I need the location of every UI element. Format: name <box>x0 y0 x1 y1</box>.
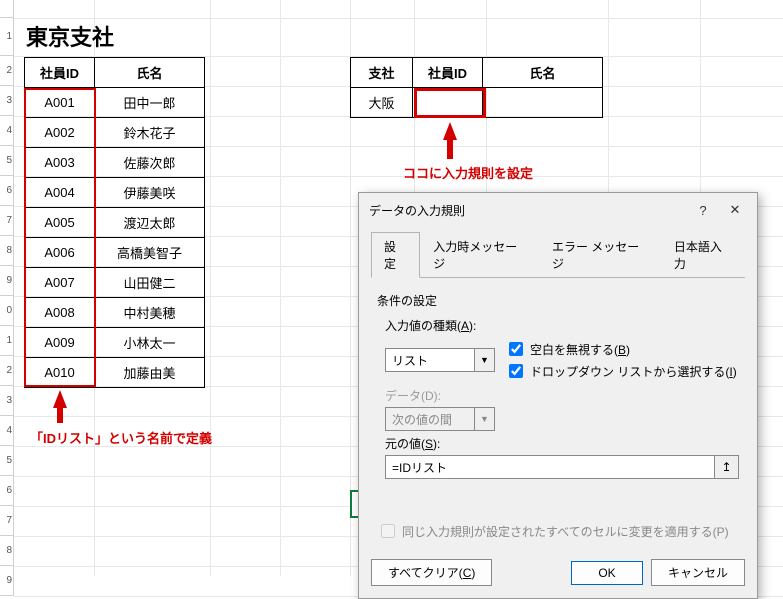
close-icon: ✕ <box>730 202 741 218</box>
data-validation-dialog: データの入力規則 ? ✕ 設定 入力時メッセージ エラー メッセージ 日本語入力… <box>358 192 758 599</box>
row-header[interactable]: 1 <box>0 326 14 356</box>
table-row: A007山田健二 <box>25 268 205 298</box>
help-button[interactable]: ? <box>687 199 719 221</box>
cell[interactable]: A006 <box>25 238 95 268</box>
page-title: 東京支社 <box>26 20 114 52</box>
cell[interactable]: A004 <box>25 178 95 208</box>
cell[interactable]: 高橋美智子 <box>95 238 205 268</box>
range-picker-button[interactable]: ↥ <box>715 455 739 479</box>
data-label: データ(D): <box>385 387 739 404</box>
row-header[interactable]: 8 <box>0 236 14 266</box>
employee-table[interactable]: 社員ID 氏名 A001田中一郎A002鈴木花子A003佐藤次郎A004伊藤美咲… <box>24 57 205 388</box>
row-header[interactable]: 6 <box>0 476 14 506</box>
cell-empname[interactable] <box>483 88 603 118</box>
cell[interactable]: A002 <box>25 118 95 148</box>
row-header[interactable]: 8 <box>0 536 14 566</box>
cell[interactable]: 伊藤美咲 <box>95 178 205 208</box>
source-label: 元の値(S): <box>385 435 739 452</box>
source-input[interactable] <box>385 455 715 479</box>
in-cell-dropdown-checkbox[interactable]: ドロップダウン リストから選択する(I) <box>505 361 739 381</box>
col-header-empid[interactable]: 社員ID <box>413 58 483 88</box>
in-cell-dropdown-input[interactable] <box>509 364 523 378</box>
cell[interactable]: 渡辺太郎 <box>95 208 205 238</box>
cell[interactable]: A003 <box>25 148 95 178</box>
col-header-name[interactable]: 氏名 <box>95 58 205 88</box>
cell[interactable]: 田中一郎 <box>95 88 205 118</box>
row-header[interactable]: 7 <box>0 206 14 236</box>
table-row: A008中村美穂 <box>25 298 205 328</box>
ok-button[interactable]: OK <box>571 561 643 585</box>
row-header[interactable]: 1 <box>0 18 14 56</box>
col-header-empname[interactable]: 氏名 <box>483 58 603 88</box>
allow-value: リスト <box>386 349 474 371</box>
table-row: A006高橋美智子 <box>25 238 205 268</box>
chevron-down-icon[interactable]: ▼ <box>474 349 494 371</box>
cell[interactable]: 中村美穂 <box>95 298 205 328</box>
group-label-criteria: 条件の設定 <box>377 292 739 309</box>
allow-combo[interactable]: リスト ▼ <box>385 348 495 372</box>
cell-empid[interactable] <box>413 88 483 118</box>
row-header[interactable]: 6 <box>0 176 14 206</box>
apply-all-input <box>381 524 395 538</box>
table-row: A005渡辺太郎 <box>25 208 205 238</box>
table-row: A001田中一郎 <box>25 88 205 118</box>
cell[interactable]: 山田健二 <box>95 268 205 298</box>
cancel-button[interactable]: キャンセル <box>651 559 745 586</box>
tab-input-message[interactable]: 入力時メッセージ <box>420 232 539 278</box>
arrow-stem-idlist <box>57 405 63 423</box>
row-header[interactable]: 2 <box>0 356 14 386</box>
cell[interactable]: 小林太一 <box>95 328 205 358</box>
ignore-blank-input[interactable] <box>509 342 523 356</box>
table-row: 大阪 <box>351 88 603 118</box>
cell[interactable]: A005 <box>25 208 95 238</box>
range-picker-icon: ↥ <box>721 460 731 474</box>
table-row: A010加藤由美 <box>25 358 205 388</box>
col-header-id[interactable]: 社員ID <box>25 58 95 88</box>
table-row: A002鈴木花子 <box>25 118 205 148</box>
row-header[interactable]: 0 <box>0 296 14 326</box>
cell[interactable]: A009 <box>25 328 95 358</box>
ignore-blank-checkbox[interactable]: 空白を無視する(B) <box>505 339 739 359</box>
data-value: 次の値の間 <box>386 408 474 430</box>
dialog-titlebar: データの入力規則 ? ✕ <box>359 193 757 227</box>
allow-label: 入力値の種類(A): <box>385 317 739 334</box>
cell[interactable]: A007 <box>25 268 95 298</box>
row-header[interactable]: 4 <box>0 116 14 146</box>
arrow-stem-target <box>447 137 453 159</box>
row-header[interactable] <box>0 0 14 18</box>
chevron-down-icon: ▼ <box>474 408 494 430</box>
dialog-title-text: データの入力規則 <box>369 202 465 219</box>
row-header[interactable]: 9 <box>0 266 14 296</box>
close-button[interactable]: ✕ <box>719 199 751 221</box>
data-combo: 次の値の間 ▼ <box>385 407 495 431</box>
table-row: A009小林太一 <box>25 328 205 358</box>
table-row: A003佐藤次郎 <box>25 148 205 178</box>
row-header[interactable]: 2 <box>0 56 14 86</box>
cell[interactable]: A010 <box>25 358 95 388</box>
annotation-idlist: 「IDリスト」という名前で定義 <box>30 428 212 447</box>
row-header[interactable]: 5 <box>0 446 14 476</box>
tab-settings[interactable]: 設定 <box>371 232 420 278</box>
clear-all-button[interactable]: すべてクリア(C) <box>371 559 492 586</box>
row-header[interactable]: 3 <box>0 86 14 116</box>
cell[interactable]: 佐藤次郎 <box>95 148 205 178</box>
row-header[interactable]: 9 <box>0 566 14 596</box>
apply-all-checkbox: 同じ入力規則が設定されたすべてのセルに変更を適用する(P) <box>377 521 739 541</box>
row-header[interactable]: 5 <box>0 146 14 176</box>
annotation-target: ココに入力規則を設定 <box>403 163 533 182</box>
dialog-tabs: 設定 入力時メッセージ エラー メッセージ 日本語入力 <box>371 231 745 278</box>
cell[interactable]: 鈴木花子 <box>95 118 205 148</box>
cell[interactable]: A008 <box>25 298 95 328</box>
col-header-branch[interactable]: 支社 <box>351 58 413 88</box>
row-header[interactable]: 3 <box>0 386 14 416</box>
tab-error-alert[interactable]: エラー メッセージ <box>539 232 661 278</box>
cell[interactable]: 加藤由美 <box>95 358 205 388</box>
cell-branch[interactable]: 大阪 <box>351 88 413 118</box>
row-header[interactable]: 4 <box>0 416 14 446</box>
target-table[interactable]: 支社 社員ID 氏名 大阪 <box>350 57 603 118</box>
table-row: A004伊藤美咲 <box>25 178 205 208</box>
tab-ime[interactable]: 日本語入力 <box>661 232 745 278</box>
row-header[interactable]: 7 <box>0 506 14 536</box>
cell[interactable]: A001 <box>25 88 95 118</box>
